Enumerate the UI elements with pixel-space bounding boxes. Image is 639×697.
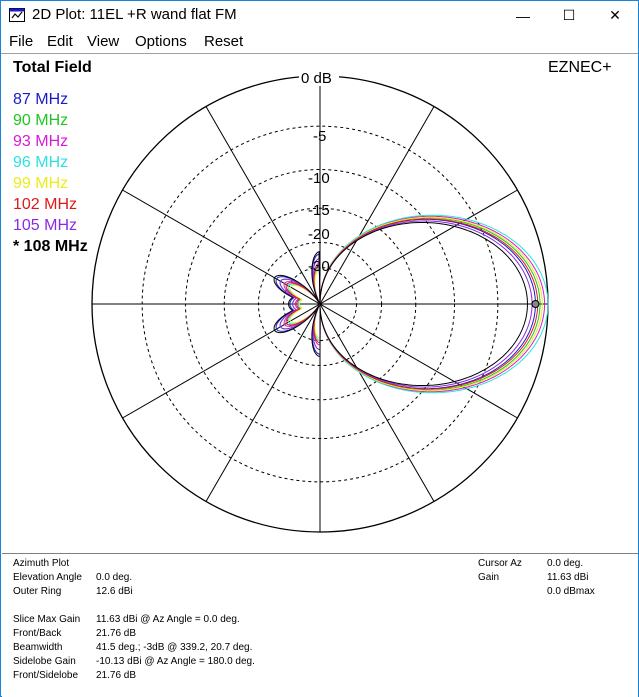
polar-plot[interactable]: Total Field EZNEC+ 0 dB -5 -10 -15 -20 -… xyxy=(2,55,638,552)
ring-label-20: -20 xyxy=(308,226,330,243)
app-icon xyxy=(9,8,25,22)
menu-view[interactable]: View xyxy=(87,33,119,50)
legend-item: 93 MHz xyxy=(13,133,68,150)
legend-item: * 108 MHz xyxy=(13,238,88,255)
gain-dbmax-value: 0.0 dBmax xyxy=(547,586,595,597)
legend-item: 90 MHz xyxy=(13,112,68,129)
outer-ring-label: Outer Ring xyxy=(13,586,62,597)
legend-item: 105 MHz xyxy=(13,217,77,234)
beamwidth-value: 41.5 deg.; -3dB @ 339.2, 20.7 deg. xyxy=(96,642,253,653)
ring-label-10: -10 xyxy=(308,170,330,187)
close-icon: ✕ xyxy=(609,7,621,23)
elevation-angle-value: 0.0 deg. xyxy=(96,572,133,583)
legend-item: 87 MHz xyxy=(13,91,68,108)
ring-label-0db: 0 dB xyxy=(301,70,332,87)
plot-labels: Total Field EZNEC+ 0 dB -5 -10 -15 -20 -… xyxy=(13,59,612,275)
ring-label-30: -30 xyxy=(308,258,330,275)
front-back-value: 21.76 dB xyxy=(96,628,137,639)
cursor-az-label: Cursor Az xyxy=(478,558,522,569)
front-back-label: Front/Back xyxy=(13,628,62,639)
maximize-button[interactable]: ☐ xyxy=(546,1,592,30)
legend-item: 99 MHz xyxy=(13,175,68,192)
title-bar[interactable]: 2D Plot: 11EL +R wand flat FM — ☐ ✕ xyxy=(1,1,638,30)
front-sidelobe-value: 21.76 dB xyxy=(96,670,137,681)
frequency-legend: 87 MHz 90 MHz 93 MHz 96 MHz 99 MHz 102 MHz 105… xyxy=(13,91,88,255)
gain-value: 11.63 dBi xyxy=(547,572,589,583)
legend-item: 102 MHz xyxy=(13,196,77,213)
plot-window: 2D Plot: 11EL +R wand flat FM — ☐ ✕ File… xyxy=(0,0,639,697)
front-sidelobe-label: Front/Sidelobe xyxy=(13,670,79,681)
sidelobe-gain-value: -10.13 dBi @ Az Angle = 180.0 deg. xyxy=(96,656,255,667)
menu-reset[interactable]: Reset xyxy=(204,33,243,50)
window-title: 2D Plot: 11EL +R wand flat FM xyxy=(32,6,237,23)
gain-label: Gain xyxy=(478,572,500,583)
cursor-marker xyxy=(531,300,540,308)
slice-max-gain-value: 11.63 dBi @ Az Angle = 0.0 deg. xyxy=(96,614,240,625)
sidelobe-gain-label: Sidelobe Gain xyxy=(13,656,76,667)
legend-item: 96 MHz xyxy=(13,154,68,171)
slice-max-gain-label: Slice Max Gain xyxy=(13,614,81,625)
total-field-label: Total Field xyxy=(13,59,92,76)
plot-type-label: Azimuth Plot xyxy=(13,558,70,569)
menu-edit[interactable]: Edit xyxy=(47,33,73,50)
outer-ring-value: 12.6 dBi xyxy=(96,586,133,597)
elevation-angle-label: Elevation Angle xyxy=(13,572,82,583)
beamwidth-label: Beamwidth xyxy=(13,642,63,653)
ring-label-15: -15 xyxy=(308,202,330,219)
eznec-brand-label: EZNEC+ xyxy=(548,59,612,76)
menu-file[interactable]: File xyxy=(9,33,33,50)
cursor-az-value: 0.0 deg. xyxy=(547,558,584,569)
minimize-icon: — xyxy=(516,7,530,24)
ring-label-5: -5 xyxy=(313,128,326,145)
menu-options[interactable]: Options xyxy=(135,33,187,50)
minimize-button[interactable]: — xyxy=(500,1,546,30)
polar-plot-area[interactable]: Total Field EZNEC+ 0 dB -5 -10 -15 -20 -… xyxy=(2,55,638,552)
info-panel: Azimuth Plot Elevation Angle 0.0 deg. Ou… xyxy=(2,553,638,697)
close-button[interactable]: ✕ xyxy=(592,1,638,30)
maximize-icon: ☐ xyxy=(562,7,576,23)
menu-bar: File Edit View Options Reset xyxy=(1,30,638,54)
